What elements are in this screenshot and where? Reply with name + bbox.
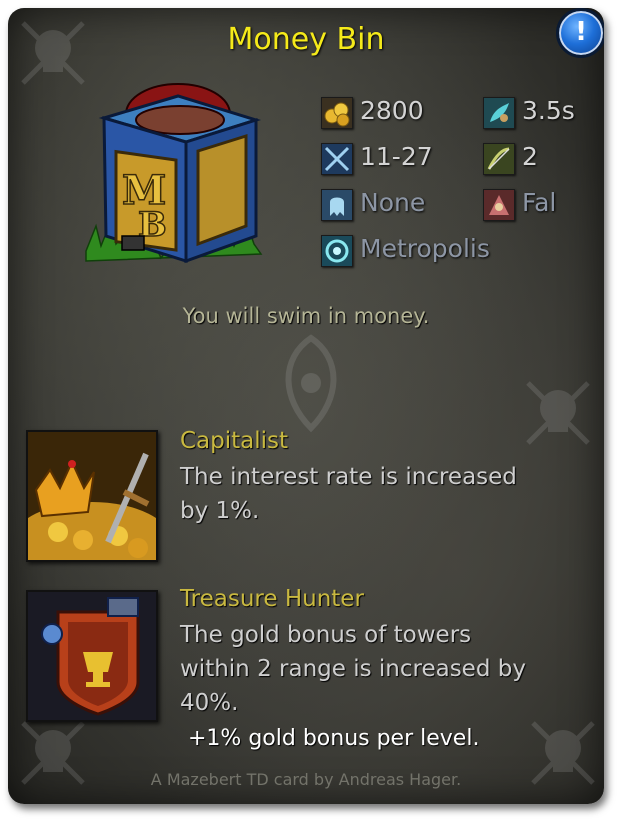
ability-capitalist-text: The interest rate is increased by 1%. [180,460,580,528]
ability-treasure-hunter-bonus: +1% gold bonus per level. [188,726,480,751]
crown-treasure-icon [26,430,158,562]
ghost-icon [321,189,353,221]
cooldown-value: 3.5s [522,96,575,125]
card-title: Money Bin [227,22,385,57]
info-button-label: ! [575,17,587,47]
cooldown-icon [483,97,515,129]
card-footer: A Mazebert TD card by Andreas Hager. [150,770,462,789]
ability-capitalist-title: Capitalist [180,428,289,454]
bow-range-icon [483,143,515,175]
ability-text-line: 40%. [180,690,239,716]
attack-type-value: None [360,188,426,217]
ability-text-line: The interest rate is increased [180,464,517,490]
ability-text-line: The gold bonus of towers [180,622,472,648]
info-button[interactable]: ! [556,8,604,58]
ability-treasure-hunter-title: Treasure Hunter [180,586,364,612]
element-icon [483,189,515,221]
ability-text-line: within 2 range is increased by [180,656,526,682]
metropolis-icon [321,235,353,267]
damage-value: 11-27 [360,142,433,171]
cost-value: 2800 [360,96,424,125]
ability-text-line: by 1%. [180,498,260,524]
tower-card: Money Bin ! M B 2800 3.5s 11-27 2 None F… [8,8,604,804]
base-value: Metropolis [360,234,490,263]
card-description: You will swim in money. [182,304,430,328]
range-value: 2 [522,142,538,171]
ability-treasure-hunter-text: The gold bonus of towers within 2 range … [180,618,580,720]
element-value: Fal [522,188,557,217]
gold-coins-icon [321,97,353,129]
ornament-swirl-icon [285,334,337,433]
crossed-swords-icon [321,143,353,175]
ornament-skull-icon [526,381,590,445]
money-bin-tower-icon: M B [85,83,263,264]
treasure-hunter-icon [26,590,158,722]
